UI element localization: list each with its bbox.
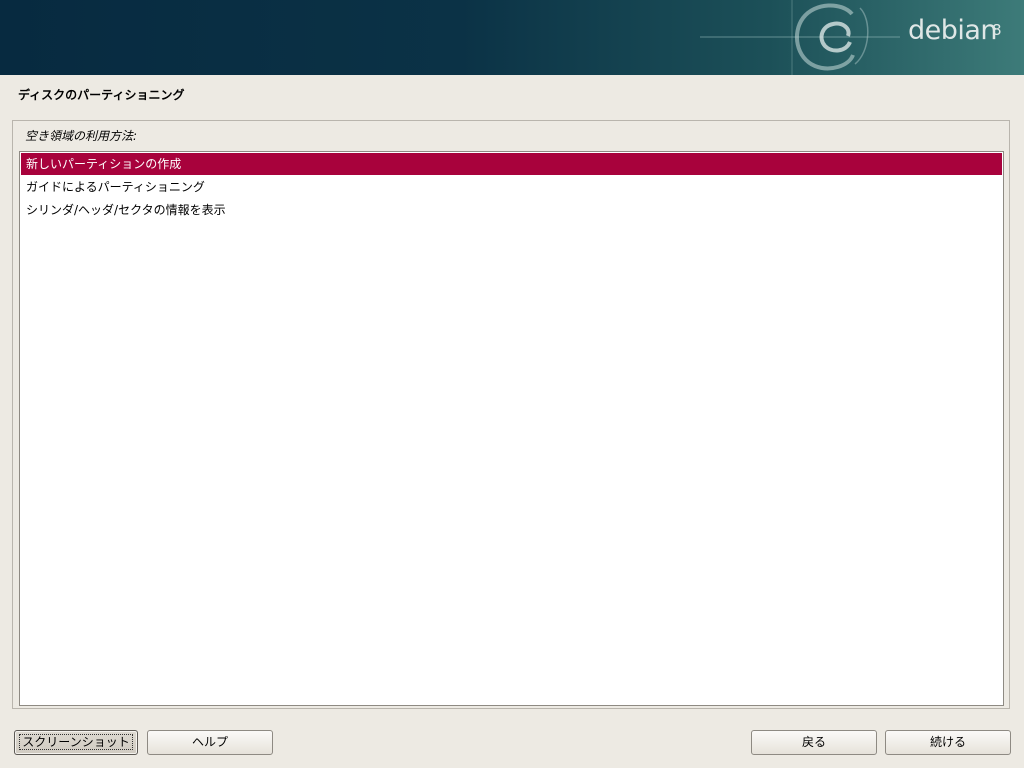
- debian-wordmark: debian: [908, 15, 998, 46]
- list-item-show-chs-info[interactable]: シリンダ/ヘッダ/セクタの情報を表示: [21, 199, 1002, 221]
- debian-swirl-logo-icon: [700, 0, 900, 75]
- page-title: ディスクのパーティショニング: [18, 88, 185, 102]
- back-button[interactable]: 戻る: [751, 730, 877, 755]
- help-button[interactable]: ヘルプ: [147, 730, 273, 755]
- list-item-guided-partitioning[interactable]: ガイドによるパーティショニング: [21, 176, 1002, 198]
- continue-button[interactable]: 続ける: [885, 730, 1011, 755]
- screenshot-button-label: スクリーンショット: [19, 734, 133, 750]
- screenshot-button[interactable]: スクリーンショット: [14, 730, 138, 755]
- debian-banner: debian 8: [0, 0, 1024, 75]
- list-item-create-partition[interactable]: 新しいパーティションの作成: [21, 153, 1002, 175]
- options-list[interactable]: 新しいパーティションの作成 ガイドによるパーティショニング シリンダ/ヘッダ/セ…: [19, 151, 1004, 706]
- question-label: 空き領域の利用方法:: [25, 129, 138, 143]
- debian-version: 8: [992, 21, 1002, 39]
